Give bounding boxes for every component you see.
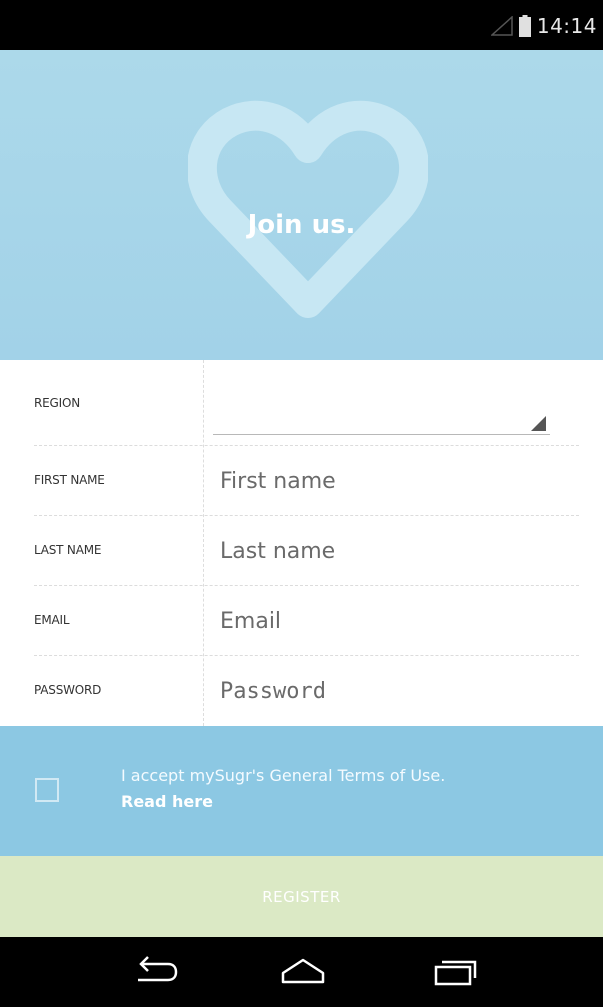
terms-checkbox[interactable] xyxy=(35,778,59,802)
back-icon[interactable] xyxy=(120,952,190,992)
email-label: EMAIL xyxy=(34,613,70,627)
email-input[interactable] xyxy=(220,601,560,641)
terms-section: I accept mySugr's General Terms of Use. … xyxy=(0,726,603,856)
home-icon[interactable] xyxy=(268,952,338,992)
password-input[interactable] xyxy=(220,671,560,711)
region-label: REGION xyxy=(34,396,80,410)
battery-icon xyxy=(518,15,531,37)
last-name-row: LAST NAME xyxy=(0,516,603,586)
signal-icon xyxy=(490,16,513,36)
last-name-label: LAST NAME xyxy=(34,543,102,557)
password-label: PASSWORD xyxy=(34,683,102,697)
registration-form: REGION FIRST NAME LAST NAME EMAIL xyxy=(0,360,603,726)
terms-text: I accept mySugr's General Terms of Use. xyxy=(121,766,446,785)
status-bar: 14:14 xyxy=(0,0,603,50)
hero-banner: Join us. xyxy=(0,50,603,360)
navigation-bar xyxy=(0,937,603,1007)
recent-apps-icon[interactable] xyxy=(420,952,490,992)
dropdown-arrow-icon xyxy=(531,416,546,431)
registration-screen: 14:14 Join us. REGION FIRST NAME First n… xyxy=(0,0,603,1007)
register-button[interactable]: REGISTER xyxy=(0,856,603,937)
first-name-label: FIRST NAME xyxy=(34,473,105,487)
password-row: PASSWORD xyxy=(0,656,603,726)
first-name-input[interactable] xyxy=(220,461,560,501)
hero-title: Join us. xyxy=(247,210,356,240)
first-name-row: FIRST NAME xyxy=(0,446,603,516)
terms-read-here-link[interactable]: Read here xyxy=(121,792,213,811)
email-row: EMAIL xyxy=(0,586,603,656)
status-time: 14:14 xyxy=(536,14,597,38)
region-row: REGION xyxy=(0,360,603,446)
region-select[interactable] xyxy=(213,390,550,435)
last-name-input[interactable] xyxy=(220,531,560,571)
status-indicators: 14:14 xyxy=(490,14,597,38)
